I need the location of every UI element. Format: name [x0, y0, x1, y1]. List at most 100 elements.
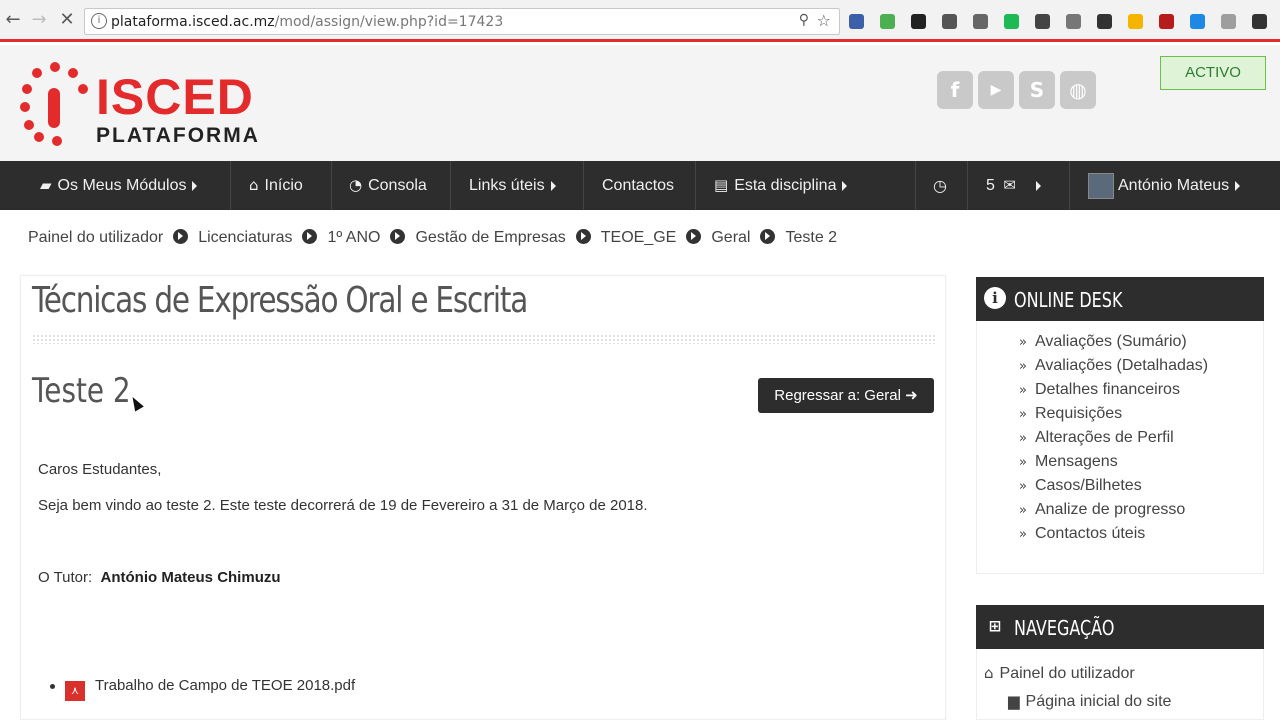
tutor-label: O Tutor:: [38, 569, 93, 586]
nav-divider: [695, 161, 696, 210]
breadcrumb-item[interactable]: Painel do utilizador: [28, 229, 163, 246]
user-menu[interactable]: António Mateus: [1088, 161, 1241, 210]
extension-icon[interactable]: [880, 14, 895, 29]
caret-right-icon: [842, 180, 848, 191]
breadcrumb-item[interactable]: TEOE_GE: [601, 229, 677, 246]
tutor-line: O Tutor: António Mateus Chimuzu: [38, 569, 281, 586]
chevron-right-icon: [760, 229, 776, 244]
chevron-right-icon: [302, 229, 318, 244]
dashboard-icon: ◔: [349, 176, 363, 194]
greeting-text: Caros Estudantes,: [38, 461, 162, 478]
back-to-section-button[interactable]: Regressar a: Geral ➜: [758, 378, 934, 413]
online-desk-link-label: Requisições: [1034, 405, 1123, 422]
nav-divider: [1069, 161, 1070, 210]
online-desk-link[interactable]: » Contactos úteis: [1019, 525, 1145, 543]
nav-divider: [331, 161, 332, 210]
extension-icon[interactable]: [911, 14, 926, 29]
arrow-left-icon[interactable]: ←: [2, 9, 24, 31]
logo-subtext: PLATAFORMA: [96, 124, 260, 147]
online-desk-link[interactable]: » Casos/Bilhetes: [1019, 477, 1142, 495]
nav-item-contactos[interactable]: Contactos: [602, 161, 674, 210]
nav-item-links[interactable]: Links úteis: [469, 161, 556, 210]
double-chevron-icon: »: [1019, 359, 1027, 374]
avatar: [1088, 172, 1114, 199]
chevron-right-icon: [575, 229, 591, 244]
online-desk-link-label: Casos/Bilhetes: [1034, 477, 1142, 494]
extension-icon[interactable]: [1097, 14, 1112, 29]
info-icon[interactable]: i: [91, 13, 107, 29]
file-icon: ▆: [1008, 692, 1020, 710]
online-desk-link[interactable]: » Avaliações (Sumário): [1019, 333, 1187, 351]
globe-icon[interactable]: ◍: [1060, 71, 1096, 109]
nav-item-consola[interactable]: ◔ Consola: [349, 161, 427, 210]
nav-item-label: Links úteis: [469, 177, 545, 194]
online-desk-link-label: Contactos úteis: [1034, 525, 1146, 542]
facebook-icon[interactable]: f: [937, 71, 973, 109]
extension-icon[interactable]: [1035, 14, 1050, 29]
breadcrumb-item: Teste 2: [785, 229, 838, 246]
arrow-right-icon[interactable]: →: [28, 9, 50, 31]
extension-icon[interactable]: [1159, 14, 1174, 29]
extension-icon[interactable]: [1066, 14, 1081, 29]
double-chevron-icon: »: [1019, 455, 1027, 470]
url-host: plataforma.isced.ac.mz: [111, 14, 275, 30]
skype-icon[interactable]: S: [1019, 71, 1055, 109]
extension-icon[interactable]: [1004, 14, 1019, 29]
extension-icon[interactable]: [1190, 14, 1205, 29]
double-chevron-icon: »: [1019, 503, 1027, 518]
extension-icon[interactable]: [942, 14, 957, 29]
dotted-divider: [32, 334, 936, 344]
stop-icon[interactable]: ✕: [56, 9, 78, 31]
zoom-icon[interactable]: ⚲: [799, 12, 809, 28]
nav-item-inicio[interactable]: ⌂ Início: [249, 161, 303, 210]
main-navigation: ▰ Os Meus Módulos ⌂ Início ◔ Consola Links …: [0, 161, 1280, 210]
pdf-icon[interactable]: ⋏: [65, 681, 85, 701]
bookmark-star-icon[interactable]: ☆: [817, 11, 831, 30]
nav-item-disciplina[interactable]: ▤ Esta disciplina: [714, 161, 848, 210]
extension-icon[interactable]: [1221, 14, 1236, 29]
breadcrumb-item[interactable]: 1º ANO: [327, 229, 380, 246]
breadcrumb-item[interactable]: Gestão de Empresas: [415, 229, 565, 246]
url-text[interactable]: plataforma.isced.ac.mz/mod/assign/view.p…: [111, 14, 503, 30]
list-item: ⋏ Trabalho de Campo de TEOE 2018.pdf: [50, 677, 355, 701]
double-chevron-icon: »: [1019, 527, 1027, 542]
logo-text[interactable]: ISCED: [96, 72, 254, 122]
assignment-title: Teste 2: [32, 371, 131, 411]
body-text: Seja bem vindo ao teste 2. Este teste de…: [38, 497, 648, 514]
logo-bar: [48, 88, 60, 128]
nav-divider: [967, 161, 968, 210]
online-desk-link-label: Avaliações (Detalhadas): [1034, 357, 1209, 374]
online-desk-header: i ONLINE DESK: [976, 277, 1264, 321]
online-desk-link[interactable]: » Analize de progresso: [1019, 501, 1185, 519]
online-desk-link[interactable]: » Detalhes financeiros: [1019, 381, 1180, 399]
address-bar[interactable]: i plataforma.isced.ac.mz/mod/assign/view…: [84, 8, 840, 35]
youtube-icon[interactable]: ▶: [978, 71, 1014, 109]
nav-item-messages[interactable]: 5 ✉: [986, 161, 1041, 210]
online-desk-link[interactable]: » Avaliações (Detalhadas): [1019, 357, 1208, 375]
online-desk-link[interactable]: » Mensagens: [1019, 453, 1118, 471]
breadcrumb-item[interactable]: Geral: [711, 229, 750, 246]
breadcrumb-item[interactable]: Licenciaturas: [198, 229, 292, 246]
online-desk-link[interactable]: » Alterações de Perfil: [1019, 429, 1174, 447]
sign-in-icon: ➜: [905, 386, 918, 404]
online-desk-link-label: Mensagens: [1034, 453, 1118, 470]
nav-link-site-home[interactable]: ▆ Página inicial do site: [1008, 692, 1171, 711]
breadcrumb: Painel do utilizador Licenciaturas 1º ANO G…: [28, 229, 837, 247]
extension-icon[interactable]: [973, 14, 988, 29]
online-desk-link-label: Analize de progresso: [1034, 501, 1186, 518]
caret-right-icon: [1235, 180, 1241, 191]
nav-item-modules[interactable]: ▰ Os Meus Módulos: [40, 161, 198, 210]
nav-link-dashboard[interactable]: ⌂ Painel do utilizador: [984, 664, 1135, 683]
online-desk-link[interactable]: » Requisições: [1019, 405, 1122, 423]
file-link[interactable]: Trabalho de Campo de TEOE 2018.pdf: [95, 677, 355, 694]
extension-icon[interactable]: [1128, 14, 1143, 29]
double-chevron-icon: »: [1019, 335, 1027, 350]
nav-item-label: Início: [264, 177, 303, 194]
online-desk-link-label: Avaliações (Sumário): [1034, 333, 1187, 350]
clock-icon[interactable]: ◷: [933, 161, 947, 210]
extension-icon[interactable]: [1252, 14, 1267, 29]
nav-item-label: Os Meus Módulos: [57, 177, 187, 194]
briefcase-icon: ▰: [40, 176, 52, 194]
extension-icon[interactable]: [849, 14, 864, 29]
nav-link-label: Página inicial do site: [1025, 693, 1172, 710]
